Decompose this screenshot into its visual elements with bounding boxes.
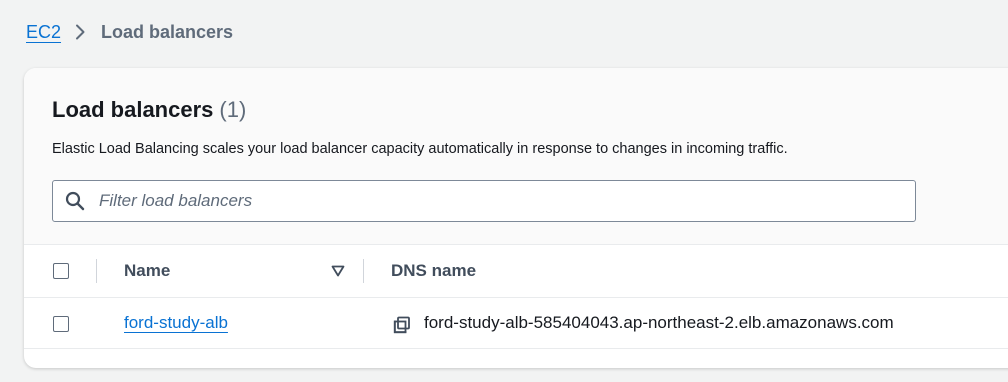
dns-name-value: ford-study-alb-585404043.ap-northeast-2.… <box>424 313 894 332</box>
load-balancer-name-link[interactable]: ford-study-alb <box>124 313 228 333</box>
caret-down-icon[interactable] <box>331 265 345 277</box>
column-divider <box>363 259 364 283</box>
column-divider <box>96 259 97 283</box>
panel-description: Elastic Load Balancing scales your load … <box>52 141 788 157</box>
chevron-right-icon <box>75 24 85 40</box>
row-checkbox[interactable] <box>53 316 69 332</box>
load-balancers-panel: Load balancers (1) Elastic Load Balancing… <box>24 68 1008 368</box>
panel-count: (1) <box>219 97 247 122</box>
search-icon <box>65 191 85 211</box>
filter-box <box>52 180 916 222</box>
breadcrumb: EC2 Load balancers <box>26 20 233 44</box>
breadcrumb-ec2-link[interactable]: EC2 <box>26 20 61 44</box>
column-header-dns[interactable]: DNS name <box>391 261 476 281</box>
panel-title-row: Load balancers (1) <box>52 96 246 124</box>
filter-input[interactable] <box>97 190 881 212</box>
panel-header: Load balancers (1) Elastic Load Balancing… <box>24 68 1008 244</box>
table-row: ford-study-alb ford-study-alb-585404043.… <box>24 298 1008 349</box>
column-header-name[interactable]: Name <box>124 261 170 281</box>
panel-title: Load balancers <box>52 97 214 122</box>
copy-icon[interactable] <box>393 316 411 334</box>
load-balancers-table: Name DNS name ford-study-alb ford-study-… <box>24 244 1008 349</box>
table-header: Name DNS name <box>24 244 1008 298</box>
breadcrumb-current: Load balancers <box>101 22 234 42</box>
select-all-checkbox[interactable] <box>53 263 69 279</box>
